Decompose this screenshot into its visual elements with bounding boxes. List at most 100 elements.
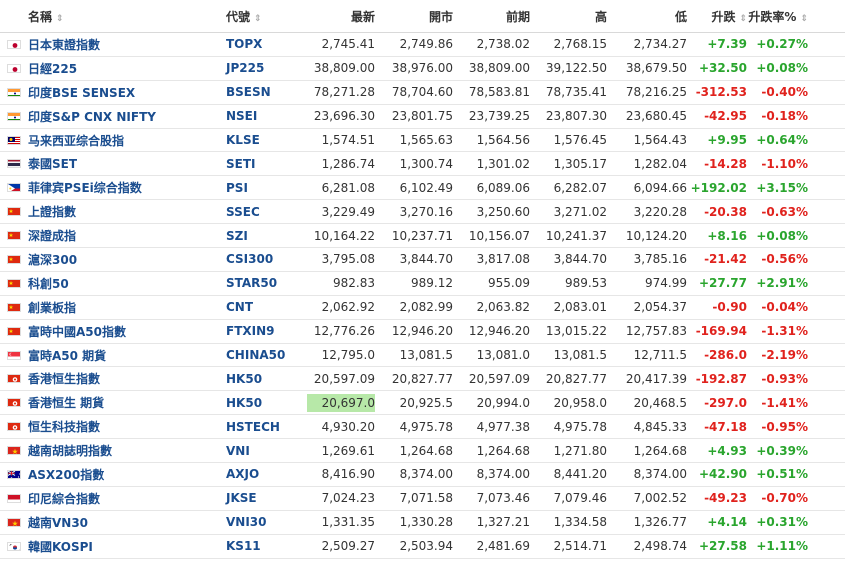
pct-column-header[interactable]: 升跌率% ⇕ bbox=[747, 8, 822, 25]
last-value-text: 2,745.41 bbox=[321, 37, 375, 52]
symbol-link[interactable]: HSTECH bbox=[220, 420, 300, 434]
symbol-link[interactable]: JP225 bbox=[220, 61, 300, 75]
open-value: 1,300.74 bbox=[399, 156, 453, 171]
table-row[interactable]: 越南VN30 VNI30 1,331.35 1,330.28 1,327.21 1,334… bbox=[0, 511, 845, 535]
symbol-link[interactable]: HK50 bbox=[220, 396, 300, 410]
change-column-header[interactable]: 升跌 ⇕ bbox=[687, 8, 747, 25]
index-name-link[interactable]: 富時A50 期貨 bbox=[28, 347, 220, 364]
change-pct-value: -2.19% bbox=[761, 348, 808, 363]
table-row[interactable]: 日本東證指數 TOPX 2,745.41 2,749.86 2,738.02 2,768.… bbox=[0, 33, 845, 57]
index-name-link[interactable]: 深證成指 bbox=[28, 227, 220, 244]
table-row[interactable]: 香港恒生 期貨 HK50 20,697.0 20,925.5 20,994.0 20,95… bbox=[0, 391, 845, 416]
prev-value: 8,374.00 bbox=[476, 467, 530, 482]
symbol-link[interactable]: VNI30 bbox=[220, 515, 300, 529]
index-name-link[interactable]: 日本東證指數 bbox=[28, 36, 220, 53]
index-name-link[interactable]: 菲律宾PSEi综合指数 bbox=[28, 179, 220, 196]
index-name-link[interactable]: 香港恒生指數 bbox=[28, 370, 220, 387]
table-row[interactable]: 印尼綜合指數 JKSE 7,024.23 7,071.58 7,073.46 7,079.… bbox=[0, 487, 845, 511]
prev-value: 1,327.21 bbox=[476, 515, 530, 530]
sort-icon[interactable]: ⇕ bbox=[800, 14, 808, 24]
change-value: -21.42 bbox=[704, 252, 747, 267]
table-row[interactable]: 富時中國A50指數 FTXIN9 12,776.26 12,946.20 12,946.… bbox=[0, 320, 845, 344]
open-value: 1,264.68 bbox=[399, 443, 453, 458]
table-row[interactable]: 香港恒生指數 HK50 20,597.09 20,827.77 20,597.09 20,… bbox=[0, 367, 845, 392]
index-name-link[interactable]: ASX200指數 bbox=[28, 466, 220, 483]
symbol-link[interactable]: SZI bbox=[220, 229, 300, 243]
table-row[interactable]: 恒生科技指數 HSTECH 4,930.20 4,975.78 4,977.38 4,97… bbox=[0, 415, 845, 440]
high-value: 20,958.0 bbox=[553, 395, 607, 410]
low-value: 1,326.77 bbox=[633, 515, 687, 530]
open-value: 20,827.77 bbox=[391, 371, 453, 386]
index-name-link[interactable]: 印度S&P CNX NIFTY bbox=[28, 108, 220, 125]
change-pct-value: -0.93% bbox=[761, 371, 808, 386]
symbol-link[interactable]: HK50 bbox=[220, 372, 300, 386]
high-column-header[interactable]: 高 bbox=[530, 8, 607, 25]
sort-icon[interactable]: ⇕ bbox=[254, 14, 262, 24]
table-row[interactable]: 菲律宾PSEi综合指数 PSI 6,281.08 6,102.49 6,089.06 6,… bbox=[0, 176, 845, 201]
table-row[interactable]: 印度BSE SENSEX BSESN 78,271.28 78,704.60 78,58… bbox=[0, 81, 845, 105]
index-name-link[interactable]: 马来西亚综合股指 bbox=[28, 132, 220, 149]
table-row[interactable]: 深證成指 SZI 10,164.22 10,237.71 10,156.07 10,241… bbox=[0, 224, 845, 249]
symbol-link[interactable]: SSEC bbox=[220, 205, 300, 219]
symbol-link[interactable]: CSI300 bbox=[220, 252, 300, 266]
index-name-link[interactable]: 香港恒生 期貨 bbox=[28, 394, 220, 411]
prev-value: 1,301.02 bbox=[476, 156, 530, 171]
high-value: 78,735.41 bbox=[545, 85, 607, 100]
symbol-link[interactable]: STAR50 bbox=[220, 276, 300, 290]
last-value: 12,795.0 bbox=[300, 348, 375, 362]
table-row[interactable]: 科創50 STAR50 982.83 989.12 955.09 989.53 974.99… bbox=[0, 272, 845, 296]
table-row[interactable]: 滬深300 CSI300 3,795.08 3,844.70 3,817.08 3,844… bbox=[0, 248, 845, 272]
table-row[interactable]: 印度S&P CNX NIFTY NSEI 23,696.30 23,801.75 23,… bbox=[0, 105, 845, 129]
index-name-link[interactable]: 滬深300 bbox=[28, 251, 220, 268]
symbol-link[interactable]: AXJO bbox=[220, 467, 300, 481]
hk-flag-icon bbox=[0, 374, 28, 384]
table-row[interactable]: 马来西亚综合股指 KLSE 1,574.51 1,565.63 1,564.56 1,57… bbox=[0, 129, 845, 153]
index-name-link[interactable]: 越南VN30 bbox=[28, 514, 220, 531]
symbol-link[interactable]: KS11 bbox=[220, 539, 300, 553]
index-name-link[interactable]: 越南胡誌明指數 bbox=[28, 442, 220, 459]
change-pct-value: +0.08% bbox=[756, 61, 808, 76]
symbol-link[interactable]: CHINA50 bbox=[220, 348, 300, 362]
index-name-link[interactable]: 創業板指 bbox=[28, 299, 220, 316]
prev-column-header[interactable]: 前期 bbox=[453, 8, 530, 25]
symbol-link[interactable]: JKSE bbox=[220, 491, 300, 505]
symbol-column-header[interactable]: 代號 ⇕ bbox=[220, 8, 300, 25]
name-column-header[interactable]: 名稱 ⇕ bbox=[28, 8, 220, 25]
table-row[interactable]: 日經225 JP225 38,809.00 38,976.00 38,809.00 39,… bbox=[0, 57, 845, 81]
index-name-link[interactable]: 富時中國A50指數 bbox=[28, 323, 220, 340]
symbol-link[interactable]: SETI bbox=[220, 157, 300, 171]
table-row[interactable]: 泰國SET SETI 1,286.74 1,300.74 1,301.02 1,305.1… bbox=[0, 152, 845, 177]
low-column-header[interactable]: 低 bbox=[607, 8, 687, 25]
table-row[interactable]: 上證指數 SSEC 3,229.49 3,270.16 3,250.60 3,271.02… bbox=[0, 200, 845, 225]
table-row[interactable]: 韓國KOSPI KS11 2,509.27 2,503.94 2,481.69 2,514… bbox=[0, 535, 845, 559]
prev-value: 2,063.82 bbox=[476, 300, 530, 315]
table-row[interactable]: 創業板指 CNT 2,062.92 2,082.99 2,063.82 2,083.01 2… bbox=[0, 296, 845, 320]
prev-value: 12,946.20 bbox=[468, 324, 530, 339]
symbol-header-label: 代號 bbox=[226, 9, 251, 24]
table-row[interactable]: 富時A50 期貨 CHINA50 12,795.0 13,081.5 13,081.0 1… bbox=[0, 344, 845, 368]
table-row[interactable]: ASX200指數 AXJO 8,416.90 8,374.00 8,374.00 8,44… bbox=[0, 463, 845, 487]
last-column-header[interactable]: 最新 bbox=[300, 8, 375, 25]
symbol-link[interactable]: PSI bbox=[220, 181, 300, 195]
symbol-link[interactable]: CNT bbox=[220, 300, 300, 314]
index-name-link[interactable]: 科創50 bbox=[28, 275, 220, 292]
symbol-link[interactable]: VNI bbox=[220, 444, 300, 458]
index-name-link[interactable]: 上證指數 bbox=[28, 203, 220, 220]
sort-icon[interactable]: ⇕ bbox=[56, 14, 64, 24]
index-name-link[interactable]: 恒生科技指數 bbox=[28, 418, 220, 435]
table-row[interactable]: 越南胡誌明指數 VNI 1,269.61 1,264.68 1,264.68 1,271.… bbox=[0, 439, 845, 464]
sort-icon[interactable]: ⇕ bbox=[739, 14, 747, 24]
index-name-link[interactable]: 日經225 bbox=[28, 60, 220, 77]
symbol-link[interactable]: FTXIN9 bbox=[220, 324, 300, 338]
index-name-link[interactable]: 印度BSE SENSEX bbox=[28, 84, 220, 101]
symbol-link[interactable]: KLSE bbox=[220, 133, 300, 147]
index-name-link[interactable]: 泰國SET bbox=[28, 155, 220, 172]
index-name-link[interactable]: 韓國KOSPI bbox=[28, 538, 220, 555]
open-column-header[interactable]: 開市 bbox=[375, 8, 453, 25]
last-value: 4,930.20 bbox=[300, 420, 375, 434]
symbol-link[interactable]: TOPX bbox=[220, 37, 300, 51]
in-flag-icon bbox=[0, 87, 28, 97]
symbol-link[interactable]: BSESN bbox=[220, 85, 300, 99]
symbol-link[interactable]: NSEI bbox=[220, 109, 300, 123]
index-name-link[interactable]: 印尼綜合指數 bbox=[28, 490, 220, 507]
